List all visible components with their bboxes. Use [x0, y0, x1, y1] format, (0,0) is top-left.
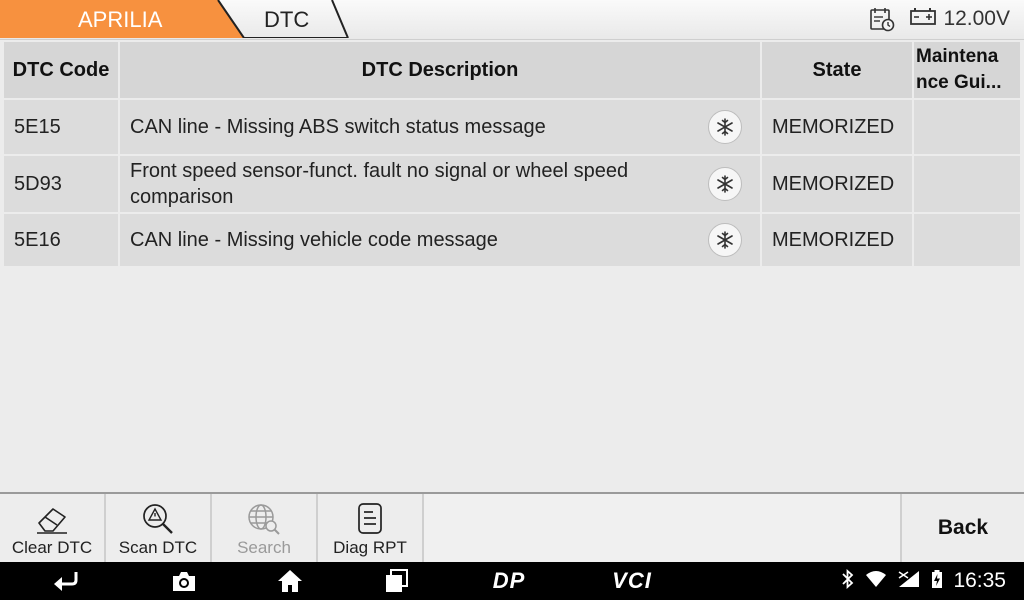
vci-button[interactable]: VCI: [604, 562, 660, 600]
column-header-dtc-description: DTC Description: [120, 42, 762, 98]
table-header: DTC Code DTC Description State Maintena …: [4, 42, 1020, 98]
breadcrumb-brand[interactable]: APRILIA: [78, 0, 162, 38]
dtc-code-cell: 5D93: [4, 156, 120, 212]
snowflake-icon[interactable]: [708, 223, 742, 257]
report-icon: [350, 500, 390, 538]
wifi-icon: [865, 570, 887, 593]
maintenance-guide-cell[interactable]: [914, 100, 1020, 154]
dtc-description-cell: Front speed sensor-funct. fault no signa…: [120, 156, 762, 212]
system-navigation-bar: DP VCI 16:35: [0, 562, 1024, 600]
bottom-toolbar: Clear DTC Scan DTC Search Diag RPT Back: [0, 492, 1024, 562]
title-bar: APRILIA DTC 12.00V: [0, 0, 1024, 40]
back-button[interactable]: Back: [900, 494, 1024, 562]
snowflake-icon[interactable]: [708, 167, 742, 201]
battery-voltage: 12.00V: [909, 6, 1010, 32]
table-row[interactable]: 5D93 Front speed sensor-funct. fault no …: [4, 154, 1020, 212]
voltage-value: 12.00V: [943, 7, 1010, 30]
table-row[interactable]: 5E16 CAN line - Missing vehicle code mes…: [4, 212, 1020, 266]
column-header-state: State: [762, 42, 914, 98]
dtc-table: DTC Code DTC Description State Maintena …: [4, 42, 1020, 266]
search-button[interactable]: Search: [212, 494, 318, 562]
bluetooth-icon: [841, 568, 855, 594]
table-row[interactable]: 5E15 CAN line - Missing ABS switch statu…: [4, 98, 1020, 154]
dtc-state-cell: MEMORIZED: [762, 100, 914, 154]
battery-status-icon: [931, 569, 943, 594]
eraser-icon: [32, 500, 72, 538]
dtc-description-cell: CAN line - Missing ABS switch status mes…: [120, 100, 762, 154]
diag-report-button[interactable]: Diag RPT: [318, 494, 424, 562]
diag-report-label: Diag RPT: [333, 538, 407, 557]
search-label: Search: [237, 538, 291, 557]
calendar-clock-icon[interactable]: [867, 4, 897, 34]
dtc-description-text: Front speed sensor-funct. fault no signa…: [130, 160, 629, 208]
dtc-code-cell: 5E16: [4, 214, 120, 266]
dtc-description-text: CAN line - Missing ABS switch status mes…: [130, 116, 546, 138]
battery-icon: [909, 6, 937, 32]
maintenance-guide-cell[interactable]: [914, 156, 1020, 212]
dtc-state-cell: MEMORIZED: [762, 214, 914, 266]
no-sim-icon: [897, 569, 921, 594]
dp-button[interactable]: DP: [486, 562, 532, 600]
camera-icon[interactable]: [164, 562, 204, 600]
recent-apps-icon[interactable]: [376, 562, 416, 600]
snowflake-icon[interactable]: [708, 110, 742, 144]
breadcrumb-dtc[interactable]: DTC: [264, 0, 309, 38]
system-clock: 16:35: [953, 569, 1006, 592]
maintenance-guide-cell[interactable]: [914, 214, 1020, 266]
header-status: 12.00V: [867, 0, 1010, 38]
clear-dtc-label: Clear DTC: [11, 538, 93, 557]
dtc-description-cell: CAN line - Missing vehicle code message: [120, 214, 762, 266]
back-arrow-icon[interactable]: [46, 562, 86, 600]
scan-dtc-button[interactable]: Scan DTC: [106, 494, 212, 562]
dtc-description-text: CAN line - Missing vehicle code message: [130, 229, 498, 251]
dtc-state-cell: MEMORIZED: [762, 156, 914, 212]
scan-dtc-label: Scan DTC: [118, 538, 198, 557]
globe-search-icon: [244, 500, 284, 538]
column-header-dtc-code: DTC Code: [4, 42, 120, 98]
column-header-maintenance-guide: Maintena nce Gui...: [916, 46, 1002, 93]
dtc-code-cell: 5E15: [4, 100, 120, 154]
scan-warning-icon: [138, 500, 178, 538]
clear-dtc-button[interactable]: Clear DTC: [0, 494, 106, 562]
home-icon[interactable]: [270, 562, 310, 600]
system-status: 16:35: [841, 562, 1006, 600]
